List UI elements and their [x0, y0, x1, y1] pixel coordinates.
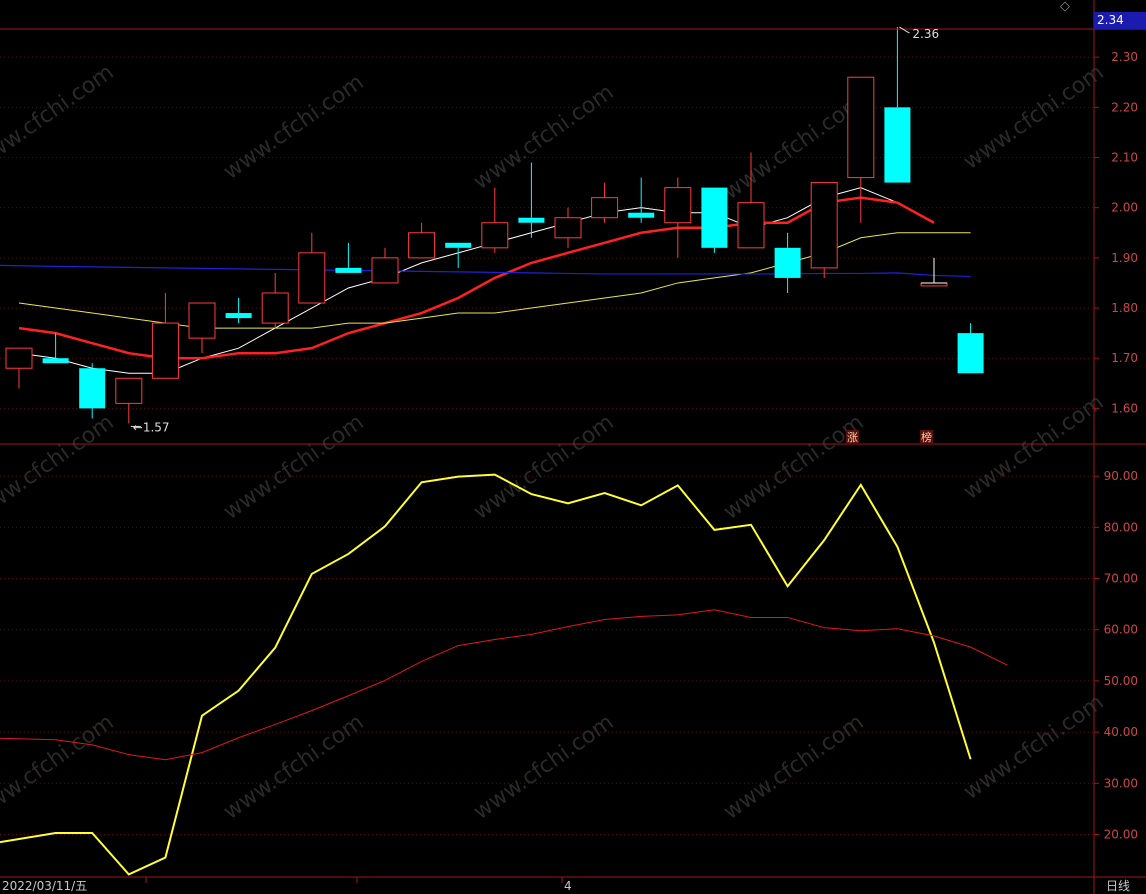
- candle-body: [298, 252, 326, 304]
- candle-up: [188, 302, 216, 354]
- indicator-tick-label: 50.00: [1104, 674, 1138, 688]
- candle-up: [371, 247, 399, 284]
- candle-body: [5, 347, 33, 369]
- watermark-text: www.cfchi.com: [469, 410, 618, 525]
- candle-body: [664, 187, 692, 224]
- candle-down: [957, 323, 984, 374]
- candle-body: [884, 107, 911, 183]
- candle-body: [518, 217, 545, 223]
- candle-body: [591, 197, 619, 219]
- candle-body: [225, 313, 252, 319]
- month-marker-label: 4: [564, 879, 572, 893]
- price-tick-label: 2.30: [1111, 50, 1138, 64]
- indicator-tick-label: 40.00: [1104, 725, 1138, 739]
- candle-body: [408, 232, 436, 259]
- tick-labels: 1.60 1.70 1.80 1.90 2.00 2.10 2.20 2.30 20.00 30.…: [1094, 50, 1138, 841]
- watermark-text: www.cfchi.com: [0, 710, 119, 825]
- candle-body: [335, 267, 362, 273]
- price-tick-label: 2.10: [1111, 151, 1138, 165]
- indicator-tick-label: 60.00: [1104, 623, 1138, 637]
- high-pointer: [899, 26, 910, 34]
- candle-down: [225, 298, 252, 324]
- candle-up: [810, 182, 838, 278]
- indicator-tick-label: 20.00: [1104, 827, 1138, 841]
- candle-up: [261, 272, 289, 329]
- indicator-lines: [0, 473, 1008, 876]
- candle-body: [261, 292, 289, 324]
- low-price-label: ←1.57: [133, 420, 170, 434]
- candle-up: [408, 222, 436, 259]
- candle-down: [774, 232, 801, 293]
- price-tick-label: 2.00: [1111, 201, 1138, 215]
- candle-up: [591, 182, 619, 223]
- grid-lines: [0, 56, 1094, 835]
- current-price-badge: 2.34: [1094, 12, 1146, 29]
- high-price-label: 2.36: [912, 27, 939, 41]
- marker-badge-text: 榜: [921, 430, 932, 444]
- candle-body: [774, 247, 801, 278]
- candle-body: [554, 217, 582, 239]
- candle-body: [42, 358, 69, 364]
- candle-down: [42, 333, 69, 364]
- price-tick-label: 1.90: [1111, 251, 1138, 265]
- candle-body: [701, 187, 728, 248]
- indicator-tick-label: 80.00: [1104, 520, 1138, 534]
- indicator-tick-label: 90.00: [1104, 469, 1138, 483]
- candle-body: [847, 76, 875, 179]
- candle-body: [810, 182, 838, 269]
- watermark-layer: www.cfchi.com www.cfchi.com www.cfchi.com w…: [0, 60, 1109, 825]
- candle-body: [79, 368, 106, 409]
- marker-zhang: 涨: [846, 430, 859, 444]
- candle-down: [884, 27, 911, 183]
- candle-up: [481, 187, 509, 253]
- candle-down: [628, 177, 655, 223]
- diamond-icon[interactable]: ◇: [1060, 0, 1070, 14]
- start-date-label: 2022/03/11/五: [2, 879, 88, 893]
- price-tick-label: 1.70: [1111, 351, 1138, 365]
- candle-body: [481, 222, 509, 249]
- watermark-text: www.cfchi.com: [0, 410, 119, 525]
- period-label[interactable]: 日线: [1106, 878, 1130, 894]
- indicator-tick-label: 70.00: [1104, 572, 1138, 586]
- candle-down: [79, 363, 106, 419]
- candle-body: [957, 333, 984, 374]
- candle-up: [115, 377, 143, 424]
- marker-badge-text: 涨: [847, 431, 858, 444]
- watermark-text: www.cfchi.com: [959, 60, 1108, 175]
- candle-body: [628, 212, 655, 218]
- watermark-text: www.cfchi.com: [719, 710, 868, 825]
- watermark-text: www.cfchi.com: [219, 410, 368, 525]
- candle-body: [151, 322, 179, 379]
- candle-body: [737, 202, 765, 249]
- price-tick-label: 2.20: [1111, 100, 1138, 114]
- watermark-text: www.cfchi.com: [959, 690, 1108, 805]
- candle-down: [518, 162, 545, 238]
- candle-up: [664, 177, 692, 258]
- price-tick-label: 1.60: [1111, 401, 1138, 415]
- watermark-text: www.cfchi.com: [219, 70, 368, 185]
- candle-up: [554, 207, 582, 248]
- candle-body: [371, 257, 399, 284]
- watermark-text: www.cfchi.com: [469, 80, 618, 195]
- candle-body: [115, 377, 143, 404]
- candlestick-series: [5, 27, 984, 424]
- candle-up: [847, 76, 875, 223]
- watermark-text: www.cfchi.com: [469, 710, 618, 825]
- indicator-tick-label: 30.00: [1104, 776, 1138, 790]
- candle-up: [151, 292, 179, 379]
- candle-up: [298, 232, 326, 304]
- candle-body: [188, 302, 216, 339]
- candle-down: [701, 187, 728, 253]
- candle-body: [445, 242, 472, 248]
- watermark-text: www.cfchi.com: [719, 90, 868, 205]
- marker-bang: 榜: [920, 430, 933, 444]
- price-tick-label: 1.80: [1111, 301, 1138, 315]
- candle-down: [335, 242, 362, 273]
- watermark-text: www.cfchi.com: [959, 390, 1108, 505]
- candle-up: [5, 347, 33, 389]
- stock-chart: www.cfchi.com www.cfchi.com www.cfchi.com w…: [0, 0, 1146, 894]
- watermark-text: www.cfchi.com: [219, 710, 368, 825]
